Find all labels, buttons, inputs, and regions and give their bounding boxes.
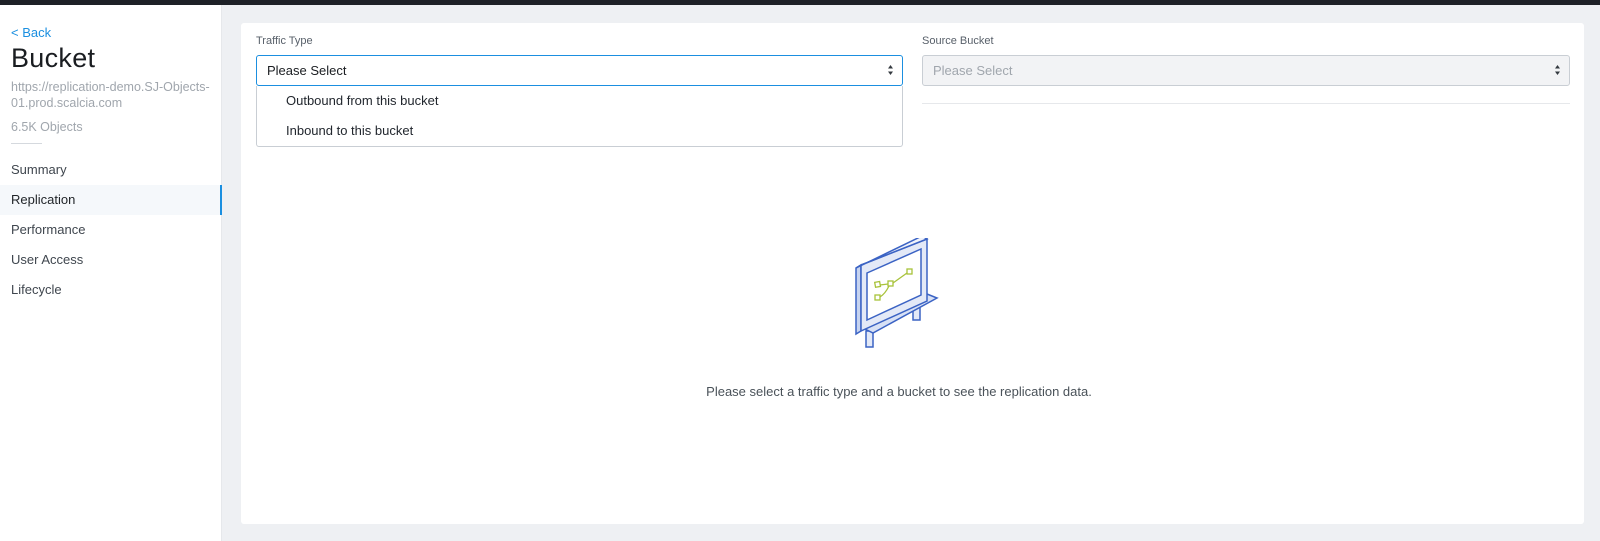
top-bar	[0, 0, 1600, 5]
page-title: Bucket	[11, 43, 96, 73]
divider	[922, 103, 1570, 104]
source-bucket-select[interactable]: Please Select	[922, 55, 1570, 86]
source-bucket-placeholder: Please Select	[933, 63, 1013, 78]
replication-panel: Traffic Type Please Select Outbound from…	[241, 23, 1584, 524]
option-outbound[interactable]: Outbound from this bucket	[257, 86, 902, 116]
traffic-type-select[interactable]: Please Select	[256, 55, 903, 86]
monitor-diagram-icon	[855, 238, 939, 348]
traffic-type-label: Traffic Type	[256, 35, 313, 47]
bucket-url: https://replication-demo.SJ-Objects-01.p…	[11, 80, 210, 110]
empty-state-message: Please select a traffic type and a bucke…	[706, 384, 1092, 399]
option-inbound[interactable]: Inbound to this bucket	[257, 116, 902, 146]
sidebar-nav: Summary Replication Performance User Acc…	[0, 155, 222, 305]
sidebar-item-user-access[interactable]: User Access	[0, 245, 222, 275]
object-count: 6.5K Objects	[11, 120, 83, 134]
traffic-type-dropdown: Outbound from this bucket Inbound to thi…	[256, 86, 903, 147]
traffic-type-value: Please Select	[267, 63, 347, 78]
sidebar: < Back Bucket https://replication-demo.S…	[0, 5, 222, 541]
sort-caret-icon	[888, 65, 893, 75]
sidebar-item-lifecycle[interactable]: Lifecycle	[0, 275, 222, 305]
sidebar-divider	[11, 143, 42, 144]
sidebar-item-replication[interactable]: Replication	[0, 185, 222, 215]
sort-caret-icon	[1555, 65, 1560, 75]
back-link[interactable]: < Back	[11, 25, 51, 40]
source-bucket-label: Source Bucket	[922, 35, 994, 47]
sidebar-item-performance[interactable]: Performance	[0, 215, 222, 245]
sidebar-item-summary[interactable]: Summary	[0, 155, 222, 185]
